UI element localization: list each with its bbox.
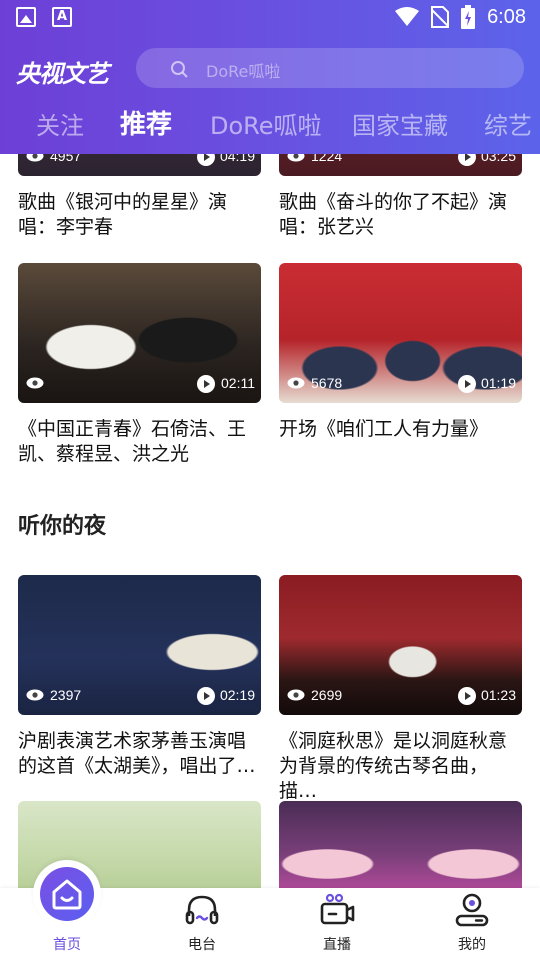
video-title[interactable]: 歌曲《银河中的星星》演唱：李宇春 [18,190,261,240]
eye-icon [26,377,44,389]
nav-home-label: 首页 [53,937,81,953]
video-title[interactable]: 《洞庭秋思》是以洞庭秋意为背景的传统古琴名曲，描… [279,729,522,804]
video-title[interactable]: 开场《咱们工人有力量》 [279,417,522,442]
video-title[interactable]: 歌曲《奋斗的你了不起》演唱：张艺兴 [279,190,522,240]
app-logo: 央视文艺 [16,60,109,88]
profile-icon [455,893,489,927]
app-header: A 6:08 央视文艺 DoRe呱啦 关注 推荐 DoRe呱啦 国家宝藏 综艺 [0,0,540,154]
clock: 6:08 [487,5,526,28]
home-icon [52,879,82,910]
video-title[interactable]: 沪剧表演艺术家茅善玉演唱的这首《太湖美》，唱出了… [18,729,261,779]
video-title[interactable]: 《中国正青春》石倚洁、王凯、蔡程昱、洪之光 [18,417,261,467]
play-icon [458,375,476,393]
view-count: 2699 [311,687,343,703]
home-button[interactable] [33,860,101,928]
wifi-icon [395,7,420,26]
a-icon: A [52,7,72,27]
section-title: 听你的夜 [18,514,107,539]
video-card[interactable] [279,801,522,891]
duration: 02:19 [219,687,255,703]
image-icon [16,7,36,27]
headphones-icon [185,895,219,925]
tab-recommend[interactable]: 推荐 [120,104,172,141]
duration: 01:23 [480,687,516,703]
search-placeholder: DoRe呱啦 [206,62,281,81]
tab-national-treasure[interactable]: 国家宝藏 [352,106,448,141]
play-icon [197,375,215,393]
nav-live-label: 直播 [323,937,351,953]
video-thumbnail[interactable]: 5678 01:19 [279,263,522,403]
battery-icon [461,5,476,29]
nav-profile[interactable]: 我的 [427,888,517,960]
video-card[interactable]: 2699 01:23 《洞庭秋思》是以洞庭秋意为背景的传统古琴名曲，描… [279,575,522,802]
nav-profile-label: 我的 [458,937,486,953]
nav-radio[interactable]: 电台 [157,888,247,960]
no-sim-icon [431,6,450,28]
duration: 01:19 [480,375,516,391]
tab-follow[interactable]: 关注 [36,106,84,141]
tab-dore[interactable]: DoRe呱啦 [210,106,322,141]
eye-icon [287,689,305,701]
video-thumbnail[interactable]: 2397 02:19 [18,575,261,715]
view-count: 2397 [50,687,82,703]
video-thumbnail[interactable]: 2699 01:23 [279,575,522,715]
video-card[interactable]: 5678 01:19 开场《咱们工人有力量》 [279,263,522,473]
tab-variety[interactable]: 综艺 [484,106,532,141]
video-card[interactable]: 2397 02:19 沪剧表演艺术家茅善玉演唱的这首《太湖美》，唱出了… [18,575,261,785]
nav-radio-label: 电台 [188,937,216,953]
video-thumbnail[interactable]: 02:11 [18,263,261,403]
status-bar: A 6:08 [0,0,540,36]
eye-icon [287,377,305,389]
search-icon [171,61,188,78]
search-input[interactable]: DoRe呱啦 [136,48,524,88]
play-icon [458,687,476,705]
nav-live[interactable]: 直播 [292,888,382,960]
video-thumbnail[interactable] [279,801,522,891]
channel-tabs: 关注 推荐 DoRe呱啦 国家宝藏 综艺 [0,100,540,146]
eye-icon [26,689,44,701]
live-camera-icon [320,893,355,925]
video-card[interactable]: 02:11 《中国正青春》石倚洁、王凯、蔡程昱、洪之光 [18,263,261,473]
view-count: 5678 [311,375,343,391]
duration: 02:11 [221,375,255,391]
play-icon [197,687,215,705]
